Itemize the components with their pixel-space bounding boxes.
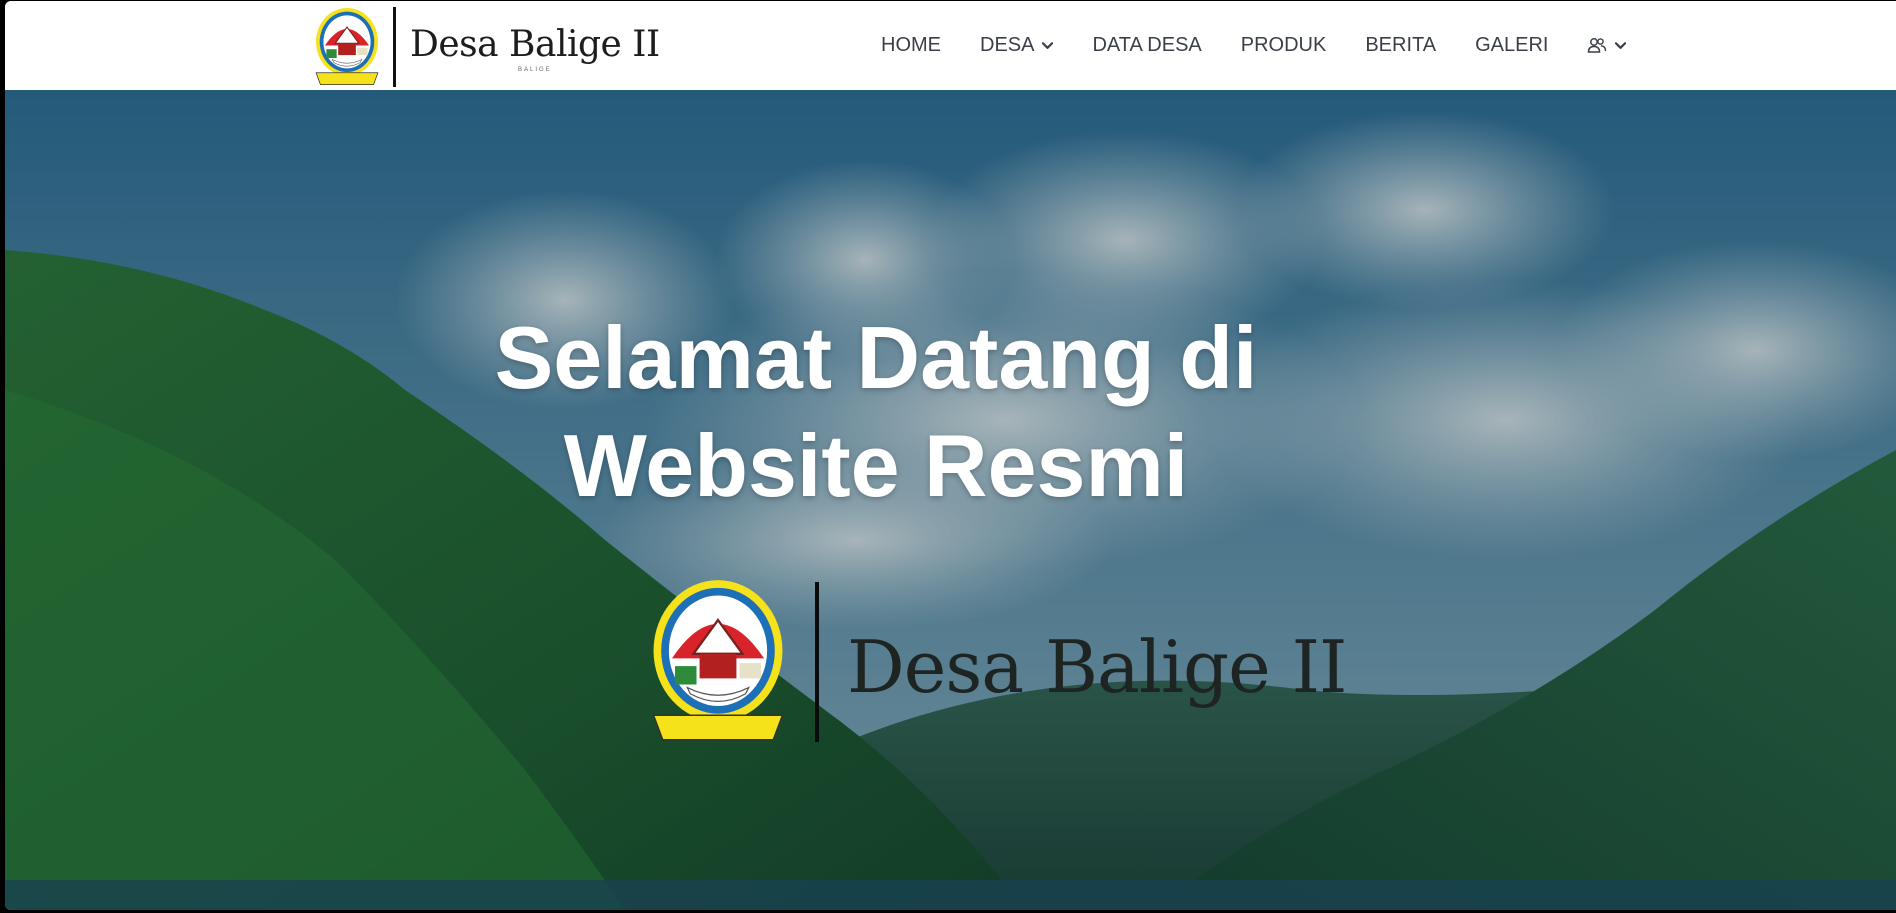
hero-title-line-2: Website Resmi [563,416,1189,515]
nav-galeri[interactable]: GALERI [1475,34,1548,57]
nav-produk-label: PRODUK [1240,34,1327,56]
browser-viewport: Desa Balige II BALIGE HOME DESA DATA DES… [5,1,1896,910]
brand-logo-link[interactable]: Desa Balige II BALIGE [310,5,660,89]
hero-heading: Selamat Datang di Website Resmi [456,304,1296,520]
nav-galeri-label: GALERI [1475,34,1549,56]
hero-brand-logo: Desa Balige II [641,574,1347,749]
nav-desa-label: DESA [980,34,1035,56]
toba-emblem-icon [310,5,384,89]
toba-emblem-icon [641,574,795,749]
users-icon [1588,38,1607,53]
nav-berita[interactable]: BERITA [1365,34,1436,57]
hero-brand-name: Desa Balige II [847,624,1347,709]
nav-desa[interactable]: DESA [980,34,1054,57]
nav-home-label: HOME [881,34,941,56]
account-menu-button[interactable] [1587,37,1627,54]
hero-section: Selamat Datang di Website Resmi Desa Bal… [5,90,1896,910]
hero-title-line-1: Selamat Datang di [494,308,1258,407]
main-menu: HOME DESA DATA DESA PRODUK BERITA GALERI [881,1,1627,90]
brand-divider [393,7,396,87]
nav-produk[interactable]: PRODUK [1241,34,1327,57]
nav-berita-label: BERITA [1365,34,1437,56]
navbar: Desa Balige II BALIGE HOME DESA DATA DES… [5,1,1896,90]
hero-brand-divider [815,581,819,742]
nav-data-desa-label: DATA DESA [1092,34,1202,56]
nav-data-desa[interactable]: DATA DESA [1092,34,1201,57]
brand-subtitle: BALIGE [518,67,552,73]
chevron-down-icon [1042,41,1054,49]
chevron-down-icon [1615,41,1627,49]
brand-name: Desa Balige II [410,24,660,65]
nav-home[interactable]: HOME [881,34,941,57]
